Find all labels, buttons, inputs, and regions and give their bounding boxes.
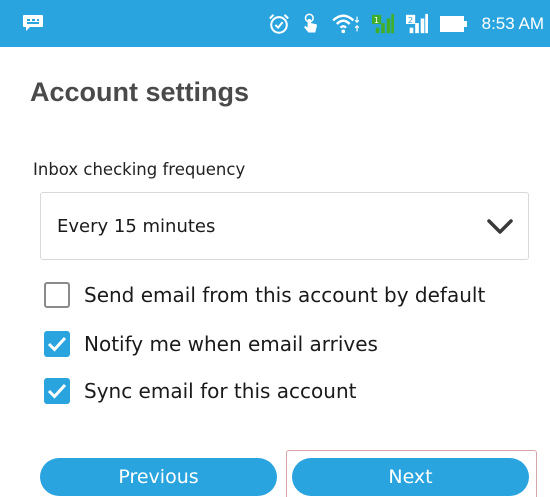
option-send-default[interactable]: Send email from this account by default xyxy=(44,279,485,311)
option-notify[interactable]: Notify me when email arrives xyxy=(44,328,378,360)
svg-text:1: 1 xyxy=(373,15,378,25)
checkmark-icon xyxy=(47,336,67,352)
option-send-default-label: Send email from this account by default xyxy=(84,283,486,307)
alarm-icon xyxy=(268,13,289,34)
chat-notification-icon xyxy=(23,15,43,31)
previous-button[interactable]: Previous xyxy=(40,458,277,496)
page-title: Account settings xyxy=(30,77,250,107)
battery-icon xyxy=(439,15,467,32)
svg-text:2: 2 xyxy=(407,15,412,25)
next-button[interactable]: Next xyxy=(292,458,529,496)
checkmark-icon xyxy=(47,383,67,399)
option-sync-label: Sync email for this account xyxy=(84,379,357,403)
checkbox-sync[interactable] xyxy=(44,378,70,404)
checkbox-notify[interactable] xyxy=(44,331,70,357)
option-notify-label: Notify me when email arrives xyxy=(84,332,378,356)
frequency-selected-value: Every 15 minutes xyxy=(57,216,216,237)
signal-sim2-icon: 2 xyxy=(405,13,428,33)
touch-icon xyxy=(303,13,317,32)
option-sync[interactable]: Sync email for this account xyxy=(44,375,356,407)
chevron-down-icon xyxy=(487,219,513,234)
status-icons: 1 2 8:53 AM xyxy=(266,0,544,47)
frequency-dropdown[interactable]: Every 15 minutes xyxy=(40,192,529,260)
wifi-icon xyxy=(331,14,359,33)
status-time: 8:53 AM xyxy=(481,13,544,33)
frequency-label: Inbox checking frequency xyxy=(33,160,246,179)
status-bar: 1 2 8:53 AM xyxy=(0,0,550,47)
checkbox-send-default[interactable] xyxy=(44,282,70,308)
signal-sim1-icon: 1 xyxy=(371,13,394,33)
